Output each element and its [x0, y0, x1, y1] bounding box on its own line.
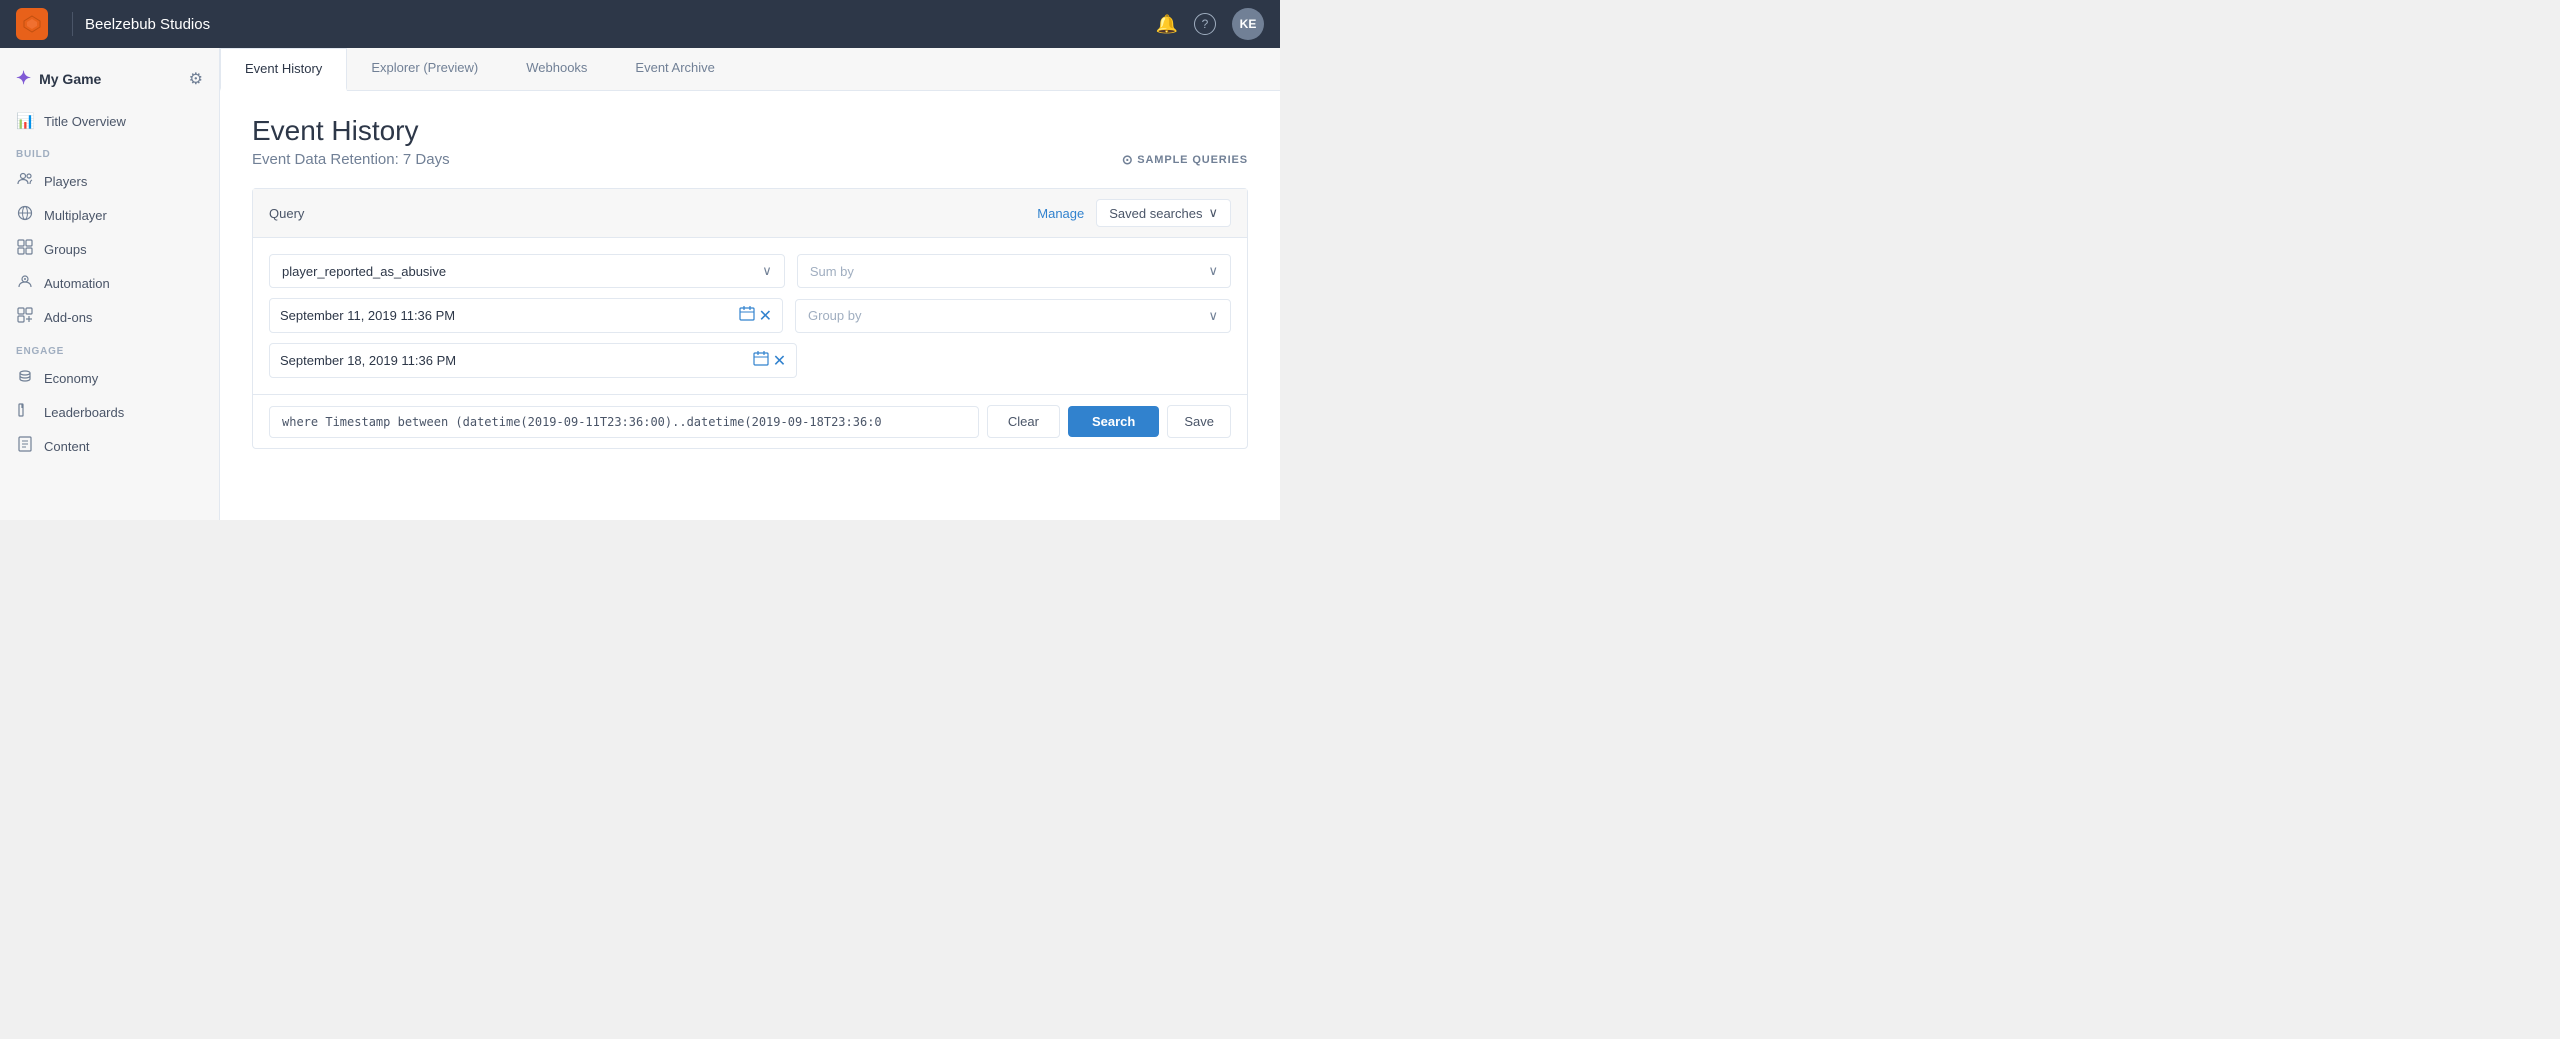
query-row-3: ✕	[269, 343, 1231, 378]
start-date-calendar-icon[interactable]	[739, 305, 755, 326]
sample-queries-icon: ⊙	[1122, 152, 1133, 168]
end-date-calendar-icon[interactable]	[753, 350, 769, 371]
sum-by-selector[interactable]: Sum by ∨	[797, 254, 1231, 288]
sidebar-label-leaderboards: Leaderboards	[44, 405, 124, 420]
main-content: Event History Explorer (Preview) Webhook…	[220, 48, 1280, 520]
tab-explorer-preview[interactable]: Explorer (Preview)	[347, 48, 502, 91]
start-date-clear-icon[interactable]: ✕	[759, 306, 772, 326]
clear-button[interactable]: Clear	[987, 405, 1060, 438]
tab-event-archive[interactable]: Event Archive	[611, 48, 739, 91]
query-string-bar: Clear Search Save	[253, 394, 1247, 448]
query-string-input[interactable]	[269, 406, 979, 438]
event-type-chevron-icon: ∨	[762, 263, 772, 279]
sidebar-label-automation: Automation	[44, 276, 110, 291]
app-logo	[16, 8, 48, 40]
nav-divider	[72, 12, 73, 36]
sidebar-item-automation[interactable]: Automation	[0, 266, 219, 300]
game-name: My Game	[39, 71, 101, 87]
retention-subtitle: Event Data Retention: 7 Days	[252, 151, 450, 168]
query-row-1: player_reported_as_abusive ∨ Sum by ∨	[269, 254, 1231, 288]
sidebar-label-players: Players	[44, 174, 87, 189]
query-header: Query Manage Saved searches ∨	[253, 189, 1247, 238]
sum-by-label: Sum by	[810, 264, 854, 279]
sidebar-label-title-overview: Title Overview	[44, 114, 126, 129]
build-section-label: BUILD	[0, 137, 219, 164]
group-by-label: Group by	[808, 308, 861, 323]
automation-icon	[16, 273, 34, 293]
content-icon	[16, 436, 34, 456]
sidebar-label-addons: Add-ons	[44, 310, 92, 325]
sidebar-game-header: ✦ My Game ⚙	[0, 60, 219, 105]
game-icon: ✦	[16, 68, 31, 89]
sidebar-item-economy[interactable]: Economy	[0, 361, 219, 395]
sidebar-item-content[interactable]: Content	[0, 429, 219, 463]
group-by-selector[interactable]: Group by ∨	[795, 299, 1231, 333]
company-name: Beelzebub Studios	[85, 16, 210, 33]
sidebar-label-content: Content	[44, 439, 90, 454]
end-date-input[interactable]	[280, 353, 745, 368]
game-name-group: ✦ My Game	[16, 68, 101, 89]
saved-searches-button[interactable]: Saved searches ∨	[1096, 199, 1231, 227]
page-title: Event History	[252, 115, 1248, 147]
economy-icon	[16, 368, 34, 388]
query-row-2: ✕ Group by ∨	[269, 298, 1231, 333]
tab-webhooks[interactable]: Webhooks	[502, 48, 611, 91]
saved-searches-label: Saved searches	[1109, 206, 1202, 221]
event-type-value: player_reported_as_abusive	[282, 264, 446, 279]
page-subtitle-row: Event Data Retention: 7 Days ⊙ SAMPLE QU…	[252, 151, 1248, 168]
event-type-selector[interactable]: player_reported_as_abusive ∨	[269, 254, 785, 288]
sample-queries-link[interactable]: ⊙ SAMPLE QUERIES	[1122, 152, 1248, 168]
end-date-clear-icon[interactable]: ✕	[773, 351, 786, 371]
top-nav: Beelzebub Studios 🔔 ? KE	[0, 0, 1280, 48]
start-date-input-wrap: ✕	[269, 298, 783, 333]
query-section-label: Query	[269, 206, 304, 221]
main-layout: ✦ My Game ⚙ 📊 Title Overview BUILD Playe…	[0, 48, 1280, 520]
multiplayer-icon	[16, 205, 34, 225]
manage-link[interactable]: Manage	[1037, 206, 1084, 221]
sidebar-item-leaderboards[interactable]: Leaderboards	[0, 395, 219, 429]
start-date-input[interactable]	[280, 308, 731, 323]
sidebar-item-multiplayer[interactable]: Multiplayer	[0, 198, 219, 232]
query-body: player_reported_as_abusive ∨ Sum by ∨	[253, 238, 1247, 394]
nav-actions: 🔔 ? KE	[1156, 8, 1264, 40]
query-box: Query Manage Saved searches ∨ player_rep…	[252, 188, 1248, 449]
search-button[interactable]: Search	[1068, 406, 1159, 437]
help-icon[interactable]: ?	[1194, 13, 1216, 35]
sidebar: ✦ My Game ⚙ 📊 Title Overview BUILD Playe…	[0, 48, 220, 520]
tab-event-history[interactable]: Event History	[220, 48, 347, 91]
sum-by-chevron-icon: ∨	[1208, 263, 1218, 279]
sidebar-item-groups[interactable]: Groups	[0, 232, 219, 266]
groups-icon	[16, 239, 34, 259]
end-date-input-wrap: ✕	[269, 343, 797, 378]
addons-icon	[16, 307, 34, 327]
sidebar-label-economy: Economy	[44, 371, 98, 386]
query-header-actions: Manage Saved searches ∨	[1037, 199, 1231, 227]
saved-searches-chevron-icon: ∨	[1208, 205, 1218, 221]
bell-icon[interactable]: 🔔	[1156, 14, 1178, 35]
sidebar-label-multiplayer: Multiplayer	[44, 208, 107, 223]
bar-chart-icon: 📊	[16, 112, 34, 130]
group-by-chevron-icon: ∨	[1208, 308, 1218, 324]
user-avatar[interactable]: KE	[1232, 8, 1264, 40]
sidebar-item-players[interactable]: Players	[0, 164, 219, 198]
sidebar-item-title-overview[interactable]: 📊 Title Overview	[0, 105, 219, 137]
engage-section-label: ENGAGE	[0, 334, 219, 361]
settings-icon[interactable]: ⚙	[189, 69, 203, 89]
leaderboards-icon	[16, 402, 34, 422]
sample-queries-label: SAMPLE QUERIES	[1137, 154, 1248, 166]
players-icon	[16, 171, 34, 191]
tab-bar: Event History Explorer (Preview) Webhook…	[220, 48, 1280, 91]
sidebar-label-groups: Groups	[44, 242, 87, 257]
page-body: Event History Event Data Retention: 7 Da…	[220, 91, 1280, 520]
save-button[interactable]: Save	[1167, 405, 1231, 438]
sidebar-item-addons[interactable]: Add-ons	[0, 300, 219, 334]
